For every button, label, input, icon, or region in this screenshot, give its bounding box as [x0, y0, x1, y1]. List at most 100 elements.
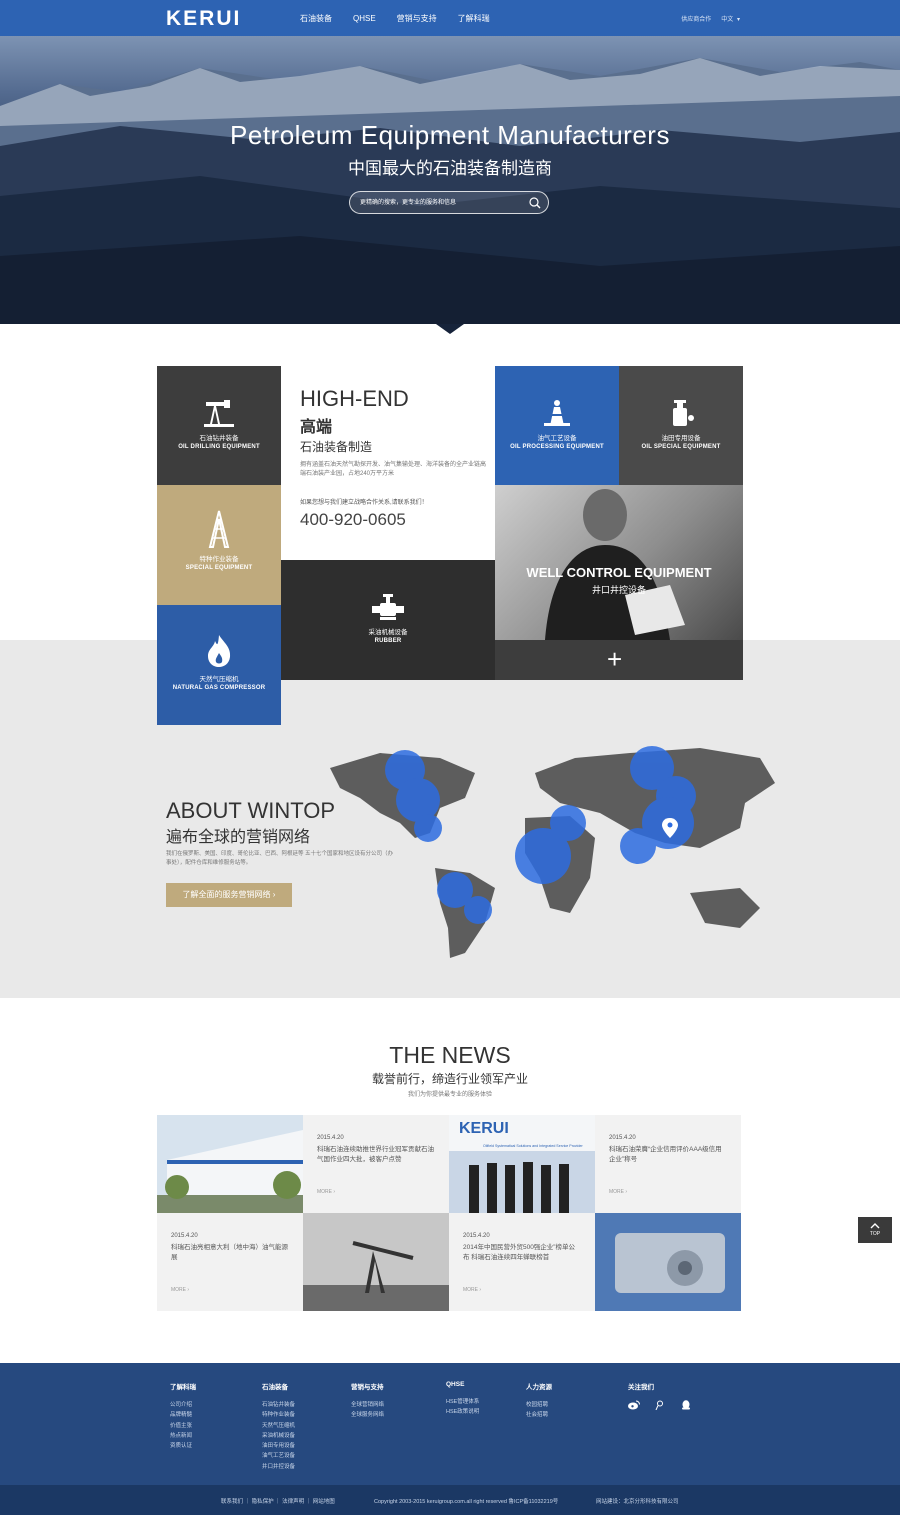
- qq-icon[interactable]: [680, 1400, 692, 1410]
- top-label: TOP: [869, 1231, 881, 1237]
- news-image-factory[interactable]: [157, 1115, 303, 1213]
- footer-link[interactable]: 校园招聘: [526, 1400, 552, 1410]
- news-tagline: 我们为你提供最专业的服务体验: [407, 1092, 492, 1098]
- weibo-icon[interactable]: [628, 1400, 640, 1410]
- news-date-1: 2015.4.20: [317, 1135, 344, 1141]
- about-description: 我们在俄罗斯、美国、印度、哥伦比亚、巴西、阿根廷等 五十七个国家和地区设有分公司…: [166, 851, 394, 866]
- tile-natural-gas[interactable]: 天然气压缩机 NATURAL GAS COMPRESSOR: [157, 605, 281, 725]
- high-end-cn: 高端: [300, 419, 333, 436]
- news-card-2[interactable]: 2015.4.20 科瑞石油荣膺“企业信用评价AAA级信用企业”称号 MORE …: [595, 1115, 741, 1213]
- footer-link[interactable]: 价值主张: [170, 1421, 196, 1431]
- news-image-logo: KERUI: [459, 1120, 509, 1137]
- tile-oil-special[interactable]: 油田专用设备 OIL SPECIAL EQUIPMENT: [619, 366, 743, 485]
- legal-link[interactable]: 法律声明: [282, 1499, 304, 1505]
- tile-processing-cn: 油气工艺设备: [537, 435, 577, 442]
- footer-link[interactable]: 全球服务网络: [351, 1410, 384, 1420]
- valve-icon: [372, 594, 404, 620]
- news-more-1[interactable]: MORE ›: [317, 1189, 335, 1195]
- tile-gas-cn: 天然气压缩机: [199, 676, 239, 683]
- tencent-weibo-icon[interactable]: [654, 1400, 666, 1410]
- tile-oil-processing[interactable]: 油气工艺设备 OIL PROCESSING EQUIPMENT: [495, 366, 619, 485]
- news-image-group-photo[interactable]: KERUI Oilfield Systematical Solutions an…: [449, 1115, 595, 1213]
- language-select[interactable]: 中文 ▾: [721, 14, 740, 23]
- phone-number[interactable]: 400-920-0605: [300, 510, 490, 530]
- news-card-4[interactable]: 2015.4.20 2014年中国民营外贸500强企业”榜单公布 科瑞石油连续四…: [449, 1213, 595, 1311]
- social-links: [628, 1400, 692, 1410]
- tile-well-control[interactable]: WELL CONTROL EQUIPMENT 井口井控设备: [495, 485, 743, 640]
- footer-link[interactable]: HSE政策说明: [446, 1407, 479, 1417]
- news-card-1[interactable]: 2015.4.20 科瑞石油连续助推世界行业冠军贡献石油气国作业四大批，被客户点…: [303, 1115, 449, 1213]
- nav-petroleum-equipment[interactable]: 石油装备: [300, 13, 332, 24]
- news-image-machinery[interactable]: [595, 1213, 741, 1311]
- nav-qhse[interactable]: QHSE: [353, 14, 376, 23]
- service-network-button[interactable]: 了解全面的服务营销网络 ›: [166, 883, 292, 907]
- supplier-link[interactable]: 供应商合作: [681, 14, 711, 23]
- nav-marketing-support[interactable]: 营销与支持: [397, 13, 437, 24]
- footer-bottom-links: 联系我们 ｜ 隐私保护 ｜ 法律声明 ｜ 网站地图: [221, 1499, 335, 1505]
- footer-link[interactable]: 公司介绍: [170, 1400, 196, 1410]
- tile-well-title: WELL CONTROL EQUIPMENT: [526, 565, 712, 580]
- tile-special-cn: 特种作业装备: [199, 556, 239, 563]
- about-title: ABOUT WINTOP: [166, 798, 336, 823]
- news-image-pumpjack[interactable]: [303, 1213, 449, 1311]
- footer-col-hr: 人力资源 校园招聘 社会招聘: [526, 1381, 552, 1421]
- footer-link[interactable]: 石油钻井装备: [262, 1400, 295, 1410]
- footer-link[interactable]: 品牌精髓: [170, 1410, 196, 1420]
- news-title-1: 科瑞石油连续助推世界行业冠军贡献石油气国作业四大批，被客户点赞: [317, 1146, 434, 1163]
- footer-link[interactable]: 资质认证: [170, 1441, 196, 1451]
- privacy-link[interactable]: 隐私保护: [252, 1499, 274, 1505]
- contact-us-link[interactable]: 联系我们: [221, 1499, 243, 1505]
- footer-link[interactable]: 天然气压缩机: [262, 1421, 295, 1431]
- footer-col-about: 了解科瑞 公司介绍 品牌精髓 价值主张 热点新闻 资质认证: [170, 1381, 196, 1451]
- footer-col-follow: 关注我们: [628, 1381, 692, 1410]
- site-builder-credit: 网站建设：北京分形科技有限公司: [596, 1499, 679, 1505]
- tile-oil-special-cn: 油田专用设备: [661, 435, 701, 442]
- footer-link[interactable]: 热点新闻: [170, 1431, 196, 1441]
- high-end-description: 拥有涵盖石油天然气勘探开发、油气集输处理、海洋装备的全产业链高端石油装产业园，占…: [300, 462, 487, 477]
- nav-about-kerui[interactable]: 了解科瑞: [458, 13, 490, 24]
- news-title: THE NEWS: [389, 1042, 511, 1068]
- footer-link[interactable]: 社会招聘: [526, 1410, 552, 1420]
- kerui-logo[interactable]: KERUI: [166, 7, 241, 31]
- news-image-tagline: Oilfield Systematical Solutions and Inte…: [483, 1144, 583, 1148]
- footer-link[interactable]: 井口井控设备: [262, 1462, 295, 1472]
- tile-oil-drilling-en: OIL DRILLING EQUIPMENT: [178, 444, 260, 450]
- search-input[interactable]: [360, 196, 520, 210]
- footer-link[interactable]: 全球营销网络: [351, 1400, 384, 1410]
- footer-heading: 了解科瑞: [170, 1384, 196, 1391]
- back-to-top-button[interactable]: TOP: [858, 1217, 892, 1243]
- news-more-2[interactable]: MORE ›: [609, 1189, 627, 1195]
- news-title-4: 2014年中国民营外贸500强企业”榜单公布 科瑞石油连续四年蝉联榜首: [463, 1244, 575, 1261]
- footer-col-equipment: 石油装备 石油钻井装备 特种作业装备 天然气压缩机 采油机械设备 油田专用设备 …: [262, 1381, 295, 1472]
- more-products-button[interactable]: +: [495, 640, 743, 680]
- copyright-text: Copyright 2003-2015 keruigroup.com.all r…: [374, 1499, 559, 1505]
- footer-heading: 石油装备: [262, 1384, 288, 1391]
- chevron-up-icon: [870, 1223, 880, 1229]
- news-card-3[interactable]: 2015.4.20 科瑞石油亮相意大利（地中海）油气能源展 MORE ›: [157, 1213, 303, 1311]
- news-date-3: 2015.4.20: [171, 1233, 198, 1239]
- contact-prompt: 如果您想与我们建立战略合作关系,请联系我们！: [300, 500, 428, 506]
- about-subtitle: 遍布全球的营销网络: [166, 829, 311, 846]
- news-title-2: 科瑞石油荣膺“企业信用评价AAA级信用企业”称号: [609, 1146, 722, 1163]
- tile-rubber-en: RUBBER: [374, 638, 402, 644]
- footer-link[interactable]: 油田专用设备: [262, 1441, 295, 1451]
- search-icon[interactable]: [528, 196, 542, 210]
- footer-link[interactable]: 特种作业装备: [262, 1410, 295, 1420]
- news-more-4[interactable]: MORE ›: [463, 1287, 481, 1293]
- high-end-intro: HIGH-END 高端 石油装备制造 拥有涵盖石油天然气勘探开发、油气集输处理、…: [300, 388, 490, 530]
- footer-link[interactable]: 油气工艺设备: [262, 1451, 295, 1461]
- footer-link[interactable]: HSE管理体系: [446, 1397, 479, 1407]
- tile-special-equipment[interactable]: 特种作业装备 SPECIAL EQUIPMENT: [157, 485, 281, 605]
- news-more-3[interactable]: MORE ›: [171, 1287, 189, 1293]
- footer-link[interactable]: 采油机械设备: [262, 1431, 295, 1441]
- tile-rubber-cn: 采油机械设备: [368, 629, 408, 636]
- sitemap-link[interactable]: 网站地图: [313, 1499, 335, 1505]
- hero-search-box: [349, 191, 549, 214]
- footer-heading: 关注我们: [628, 1384, 654, 1391]
- tile-rubber[interactable]: 采油机械设备 RUBBER: [281, 560, 495, 680]
- footer-col-qhse: QHSE HSE管理体系 HSE政策说明: [446, 1381, 479, 1418]
- main-nav: 石油装备 QHSE 营销与支持 了解科瑞: [300, 0, 511, 36]
- news-title-3: 科瑞石油亮相意大利（地中海）油气能源展: [171, 1244, 288, 1261]
- tile-oil-drilling[interactable]: 石油钻井装备 OIL DRILLING EQUIPMENT: [157, 366, 281, 485]
- tile-oil-special-en: OIL SPECIAL EQUIPMENT: [641, 444, 721, 450]
